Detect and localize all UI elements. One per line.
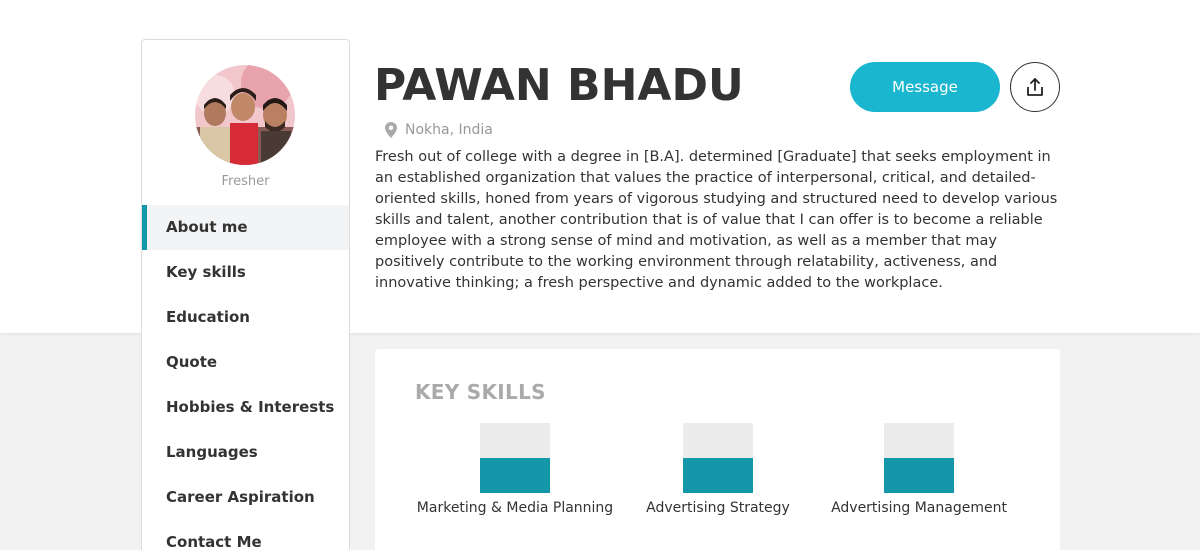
skill-level-bar [683,423,753,493]
nav-item-quote[interactable]: Quote [142,340,349,385]
skill-level-bar [884,423,954,493]
nav-item-contact-me[interactable]: Contact Me [142,520,349,550]
share-button[interactable] [1010,62,1060,112]
skill-level-fill [884,458,954,493]
nav-item-hobbies-interests[interactable]: Hobbies & Interests [142,385,349,430]
profile-location: Nokha, India [385,120,493,140]
key-skills-title: KEY SKILLS [415,380,546,404]
skill-item: Advertising Strategy [618,423,818,516]
map-pin-icon [385,122,397,138]
location-text: Nokha, India [405,122,493,138]
skill-label: Advertising Management [831,500,1007,516]
share-icon [1027,78,1043,96]
nav-item-education[interactable]: Education [142,295,349,340]
skill-level-fill [480,458,550,493]
nav-item-languages[interactable]: Languages [142,430,349,475]
skill-item: Marketing & Media Planning [415,423,615,516]
profile-bio: Fresh out of college with a degree in [B… [375,149,1058,291]
skill-label: Marketing & Media Planning [416,500,614,516]
profile-nav: About me Key skills Education Quote Hobb… [142,205,349,550]
nav-item-key-skills[interactable]: Key skills [142,250,349,295]
skill-item: Advertising Management [819,423,1019,516]
profile-name: PAWAN BHADU [374,60,744,111]
profile-sidebar: Fresher About me Key skills Education Qu… [141,39,350,550]
skill-label: Advertising Strategy [646,500,790,516]
message-button[interactable]: Message [850,62,1000,112]
profile-role: Fresher [221,174,270,189]
avatar [195,65,295,165]
skill-level-bar [480,423,550,493]
key-skills-card: KEY SKILLS Marketing & Media Planning Ad… [375,349,1060,550]
nav-item-career-aspiration[interactable]: Career Aspiration [142,475,349,520]
nav-item-about-me[interactable]: About me [142,205,349,250]
skill-level-fill [683,458,753,493]
